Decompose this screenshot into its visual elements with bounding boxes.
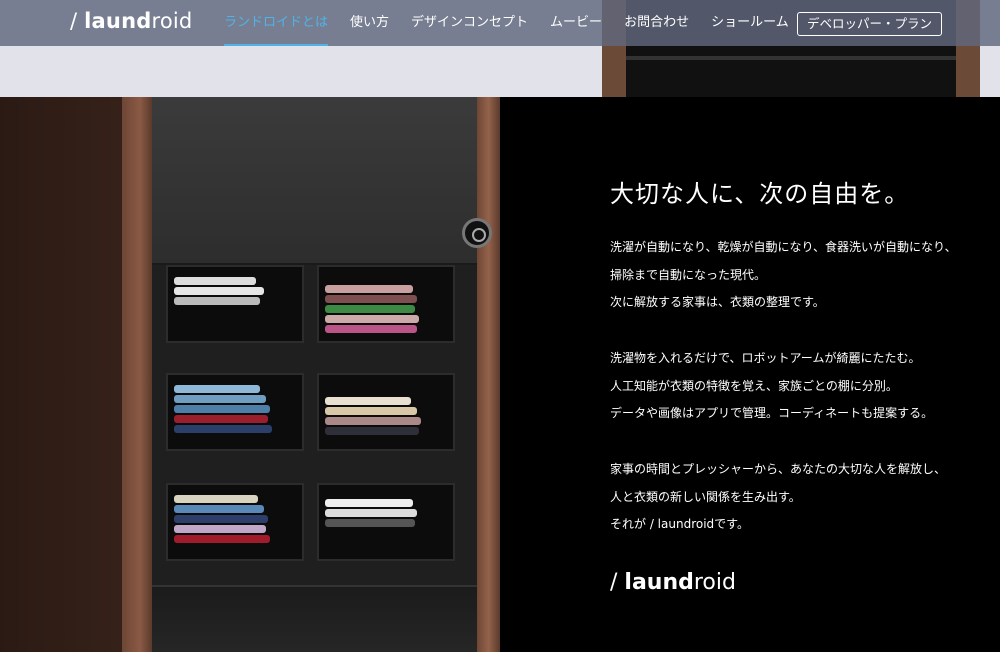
nav-item-showroom[interactable]: ショールーム xyxy=(711,0,789,46)
folded-shirt xyxy=(174,505,264,513)
paragraph-features: 洗濯物を入れるだけで、ロボットアームが綺麗にたたむ。 人工知能が衣類の特徴を覚え… xyxy=(610,345,933,428)
logo-bold: laund xyxy=(624,570,694,595)
folded-shirt xyxy=(174,385,260,393)
cabinet-base-drawer xyxy=(152,585,477,652)
shelf-1 xyxy=(166,265,304,343)
paragraph-vision: 家事の時間とプレッシャーから、あなたの大切な人を解放し、 人と衣類の新しい関係を… xyxy=(610,456,946,539)
folded-shirt xyxy=(174,525,266,533)
nav-item-contact[interactable]: お問合わせ xyxy=(624,0,689,46)
folded-shirt xyxy=(325,509,417,517)
shelf-3 xyxy=(166,373,304,451)
power-knob-icon xyxy=(462,218,492,248)
folded-shirt xyxy=(174,277,256,285)
logo-slash: / xyxy=(70,9,85,33)
folded-shirt xyxy=(325,519,415,527)
folded-shirt xyxy=(325,295,417,303)
folded-shirt xyxy=(174,297,260,305)
folded-shirt xyxy=(174,415,268,423)
site-logo[interactable]: / laundroid xyxy=(70,9,192,33)
paragraph-line: 洗濯が自動になり、乾燥が自動になり、食器洗いが自動になり、 xyxy=(610,240,957,254)
folded-shirt xyxy=(174,495,258,503)
cabinet-peek-band xyxy=(626,56,956,60)
paragraph-line: 次に解放する家事は、衣類の整理です。 xyxy=(610,295,825,309)
folded-shirt xyxy=(325,407,417,415)
top-navigation: / laundroid ランドロイドとは 使い方 デザインコンセプト ムービー … xyxy=(0,0,1000,46)
shelf-2 xyxy=(317,265,455,343)
folded-shirt xyxy=(325,315,419,323)
nav-item-movie[interactable]: ムービー xyxy=(550,0,602,46)
paragraph-line: 家事の時間とプレッシャーから、あなたの大切な人を解放し、 xyxy=(610,462,947,476)
folded-shirt xyxy=(325,305,415,313)
folded-shirt xyxy=(325,285,413,293)
logo-rest: roid xyxy=(151,9,193,33)
paragraph-line: データや画像はアプリで管理。コーディネートも提案する。 xyxy=(610,406,934,420)
folded-shirt xyxy=(325,417,421,425)
folded-shirt xyxy=(174,405,270,413)
footer-logo: / laundroid xyxy=(610,570,736,595)
shelf-5 xyxy=(166,483,304,561)
logo-slash: / xyxy=(610,570,625,595)
logo-rest: roid xyxy=(693,570,736,595)
cabinet-side-left xyxy=(122,97,152,652)
product-image xyxy=(0,97,500,652)
nav-item-design-concept[interactable]: デザインコンセプト xyxy=(411,0,528,46)
page-headline: 大切な人に、次の自由を。 xyxy=(610,180,910,208)
folded-shirt xyxy=(174,535,270,543)
shelf-4 xyxy=(317,373,455,451)
shelf-6 xyxy=(317,483,455,561)
folded-shirt xyxy=(325,499,413,507)
nav-item-usage[interactable]: 使い方 xyxy=(350,0,389,46)
cabinet-door xyxy=(152,97,492,265)
folded-shirt xyxy=(325,397,411,405)
folded-shirt xyxy=(174,515,268,523)
nav-menu: ランドロイドとは 使い方 デザインコンセプト ムービー お問合わせ ショールーム xyxy=(224,0,811,46)
paragraph-line: 人と衣類の新しい関係を生み出す。 xyxy=(610,489,801,504)
logo-bold: laund xyxy=(84,9,152,33)
folded-shirt xyxy=(174,395,266,403)
nav-item-about[interactable]: ランドロイドとは xyxy=(224,0,329,46)
folded-shirt xyxy=(174,287,264,295)
paragraph-line: 人工知能が衣類の特徴を覚え、家族ごとの棚に分別。 xyxy=(610,378,898,393)
folded-shirt xyxy=(325,325,417,333)
folded-shirt xyxy=(174,425,272,433)
cabinet-side-right xyxy=(477,97,500,652)
folded-shirt xyxy=(325,427,419,435)
paragraph-intro: 洗濯が自動になり、乾燥が自動になり、食器洗いが自動になり、 掃除まで自動になった… xyxy=(610,234,957,317)
developer-plan-button[interactable]: デベロッパー・プラン xyxy=(797,12,943,36)
paragraph-line: 洗濯物を入れるだけで、ロボットアームが綺麗にたたむ。 xyxy=(610,351,921,365)
paragraph-line: それが / laundroidです。 xyxy=(610,517,749,531)
paragraph-line: 掃除まで自動になった現代。 xyxy=(610,267,767,282)
